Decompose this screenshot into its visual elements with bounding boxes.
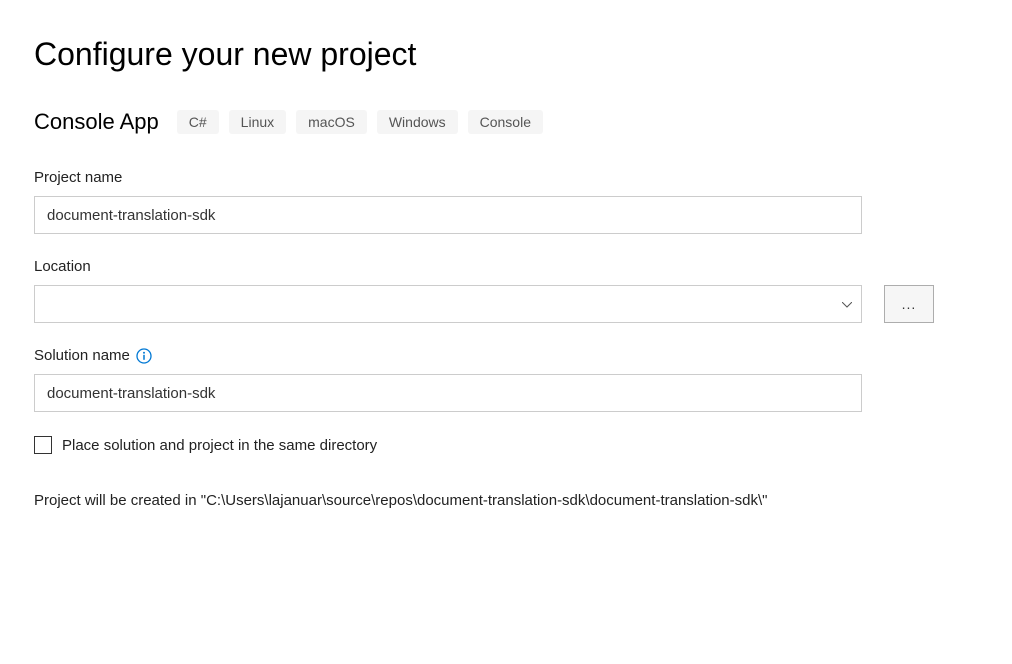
template-name: Console App <box>34 109 159 135</box>
location-label: Location <box>34 258 978 275</box>
solution-name-input[interactable] <box>34 374 862 412</box>
same-directory-checkbox[interactable] <box>34 436 52 454</box>
solution-name-group: Solution name <box>34 347 978 412</box>
tag-csharp: C# <box>177 110 219 134</box>
location-input[interactable] <box>34 285 862 323</box>
browse-button[interactable]: ... <box>884 285 934 323</box>
same-directory-row: Place solution and project in the same d… <box>34 436 978 454</box>
tag-console: Console <box>468 110 543 134</box>
same-directory-label: Place solution and project in the same d… <box>62 437 377 454</box>
page-title: Configure your new project <box>34 36 978 73</box>
solution-name-label: Solution name <box>34 347 130 364</box>
info-icon[interactable] <box>136 348 152 364</box>
tag-windows: Windows <box>377 110 458 134</box>
template-row: Console App C# Linux macOS Windows Conso… <box>34 109 978 135</box>
location-group: Location ... <box>34 258 978 323</box>
project-path-preview: Project will be created in "C:\Users\laj… <box>34 490 862 512</box>
template-tags: C# Linux macOS Windows Console <box>177 110 543 134</box>
tag-macos: macOS <box>296 110 367 134</box>
tag-linux: Linux <box>229 110 286 134</box>
location-combo[interactable] <box>34 285 862 323</box>
project-name-group: Project name <box>34 169 978 234</box>
project-name-label: Project name <box>34 169 978 186</box>
project-name-input[interactable] <box>34 196 862 234</box>
